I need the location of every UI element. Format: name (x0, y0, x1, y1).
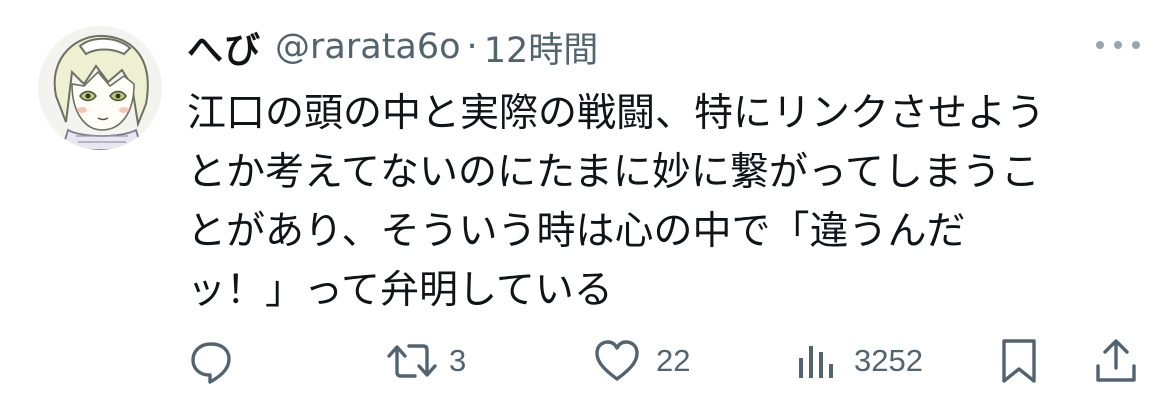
separator-dot: · (466, 27, 478, 67)
like-button[interactable]: 22 (592, 328, 690, 394)
retweet-count: 3 (449, 343, 467, 378)
views-count: 3252 (854, 343, 923, 378)
retweet-icon (387, 344, 437, 378)
tweet-text-line: とか考えてないのにたまに妙に繋がってしまうこ (187, 150, 1040, 195)
avatar-illustration (38, 26, 162, 150)
display-name[interactable]: へび (187, 21, 261, 73)
more-options-icon[interactable] (1096, 35, 1140, 55)
avatar[interactable] (38, 26, 162, 150)
reply-button[interactable] (186, 328, 236, 394)
tweet-text: 江口の頭の中と実際の戦闘、特にリンクさせよう とか考えてないのにたまに妙に繋がっ… (187, 84, 1127, 320)
more-dot (1132, 41, 1140, 49)
bookmark-button[interactable] (997, 328, 1041, 394)
retweet-button[interactable]: 3 (385, 328, 466, 394)
tweet-header: へび @rarata6o · 12時間 (187, 22, 598, 72)
bookmark-icon (1002, 339, 1036, 383)
more-dot (1096, 41, 1104, 49)
share-button[interactable] (1091, 328, 1141, 394)
tweet[interactable]: へび @rarata6o · 12時間 江口の頭の中と実際の戦闘、特にリンクさせ… (0, 0, 1170, 411)
tweet-text-line: ッ！」って弁明している (187, 268, 613, 313)
reply-icon (191, 342, 231, 384)
share-icon (1096, 339, 1136, 382)
like-count: 22 (656, 343, 691, 378)
user-handle[interactable]: @rarata6o (275, 27, 461, 67)
views-icon (799, 346, 833, 378)
heart-icon (595, 340, 639, 381)
more-dot (1114, 41, 1122, 49)
timestamp[interactable]: 12時間 (484, 22, 599, 73)
action-bar: 3 22 3252 (0, 328, 1170, 394)
views-button[interactable]: 3252 (796, 328, 923, 394)
tweet-text-line: とがあり、そういう時は心の中で「違うんだ (187, 209, 966, 254)
tweet-text-line: 江口の頭の中と実際の戦闘、特にリンクさせよう (187, 91, 1046, 136)
